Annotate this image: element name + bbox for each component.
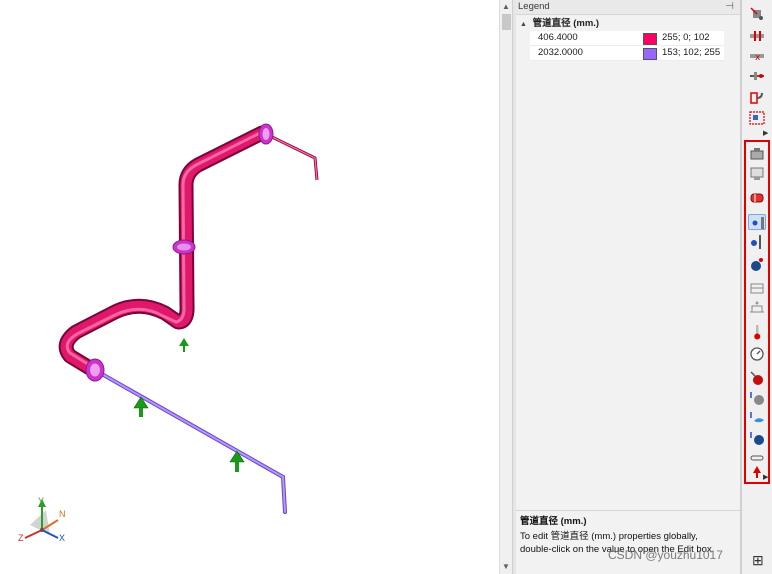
legend-rgb-text: 255; 0; 102 [662, 32, 710, 43]
collapse-triangle-icon[interactable]: ▲ [520, 21, 527, 28]
description-title: 管道直径 (mm.) [520, 516, 587, 527]
legend-row[interactable]: 2032.0000 153; 102; 255 [530, 46, 724, 61]
legend-rgb-text: 153; 102; 255 [662, 47, 721, 58]
restraint-node-icon[interactable] [748, 214, 766, 230]
pin-icon[interactable]: ⊣ [725, 0, 734, 14]
more-arrow-icon[interactable]: ▶ [763, 129, 768, 137]
scroll-up-icon[interactable]: ▲ [502, 2, 510, 11]
watermark: CSDN @youzhu1017 [608, 548, 723, 562]
legend-color-swatch[interactable] [643, 33, 657, 45]
expansion-joint-icon[interactable] [748, 190, 766, 206]
flange-lower [85, 358, 105, 382]
viewport-vertical-scrollbar[interactable]: ▲ ▼ [499, 0, 513, 574]
legend-value: 2032.0000 [538, 47, 583, 58]
small-pipe-upper [269, 134, 319, 181]
flange-top [258, 123, 274, 145]
nozzle-icon[interactable] [748, 68, 766, 84]
restraint-arrow-1[interactable] [179, 338, 189, 352]
anchor-icon[interactable] [748, 6, 766, 22]
pipe-model-drawing[interactable]: Y N Z X [0, 0, 499, 574]
svg-text:x: x [755, 53, 761, 63]
legend-row[interactable]: 406.4000 255; 0; 102 [530, 31, 724, 46]
pressure-icon[interactable] [748, 346, 766, 362]
legend-panel-title: Legend [518, 1, 550, 12]
wind-icon[interactable] [748, 410, 766, 426]
displacement-icon[interactable] [748, 256, 766, 272]
seismic-icon[interactable] [748, 430, 766, 446]
limit-stop-icon[interactable]: x [748, 48, 766, 64]
temperature-icon[interactable] [748, 324, 766, 340]
insulation-icon[interactable] [748, 300, 766, 316]
flange-icon[interactable] [748, 280, 766, 296]
hanger-icon[interactable] [748, 234, 766, 250]
axis-label-x: X [59, 533, 65, 543]
valve-icon[interactable] [748, 146, 766, 162]
flange-middle [172, 239, 196, 255]
bend-icon[interactable] [748, 90, 766, 106]
axis-label-y: Y [38, 496, 44, 506]
small-pipe-lower [98, 371, 287, 514]
description-line-1: To edit 管道直径 (mm.) properties globally, [520, 531, 698, 542]
scroll-down-icon[interactable]: ▼ [502, 562, 510, 571]
axis-triad: Y N Z X [18, 496, 66, 543]
legend-color-swatch[interactable] [643, 48, 657, 60]
reducer-icon[interactable] [748, 166, 766, 182]
more-arrow-icon[interactable]: ▶ [763, 473, 768, 481]
large-pipe [58, 125, 270, 378]
model-viewport[interactable]: Y N Z X [0, 0, 499, 574]
legend-group-title: 管道直径 (mm.) [532, 18, 600, 29]
legend-value: 406.4000 [538, 32, 578, 43]
legend-group-header[interactable]: ▲ 管道直径 (mm.) [516, 17, 740, 31]
legend-title-bar: Legend ⊣ [516, 0, 740, 15]
weight-icon[interactable] [748, 390, 766, 406]
force-icon[interactable] [748, 370, 766, 386]
legend-description: 管道直径 (mm.) To edit 管道直径 (mm.) properties… [516, 510, 740, 574]
axis-label-n: N [59, 509, 66, 519]
guide-icon[interactable] [748, 28, 766, 44]
scroll-thumb[interactable] [502, 14, 511, 30]
grid-layout-icon[interactable]: ⊞ [752, 552, 764, 569]
legend-panel: Legend ⊣ ▲ 管道直径 (mm.) 406.4000 255; 0; 1… [516, 0, 741, 574]
axis-label-z: Z [18, 533, 24, 543]
tee-icon[interactable] [748, 110, 766, 126]
